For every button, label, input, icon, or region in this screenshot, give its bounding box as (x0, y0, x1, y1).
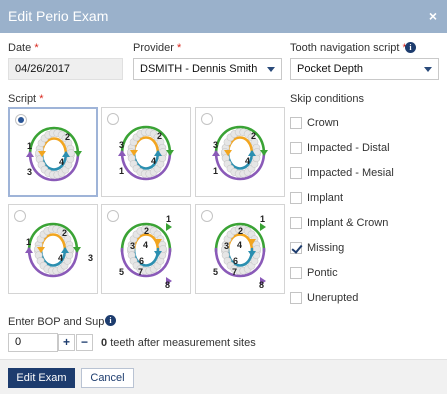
script-step-label: 4 (59, 157, 64, 167)
arrow-head (26, 151, 34, 157)
skip-condition-label: Implant (307, 192, 344, 204)
provider-label: Provider * (133, 42, 182, 54)
arrow-head (25, 247, 33, 253)
arrow-head (166, 150, 174, 156)
script-step-label: 2 (144, 226, 149, 236)
skip-condition-checkbox[interactable] (290, 267, 302, 279)
script-step-label: 3 (119, 140, 124, 150)
skip-condition-label: Impacted - Mesial (307, 167, 394, 179)
cancel-button[interactable]: Cancel (81, 368, 134, 388)
script-option-5[interactable]: 1 234 5 67 8 (101, 204, 191, 294)
bop-count-input[interactable]: 0 (8, 333, 58, 352)
script-step-label: 6 (233, 256, 238, 266)
script-step-label: 4 (143, 240, 148, 250)
skip-condition-checkbox[interactable] (290, 142, 302, 154)
chevron-down-icon (267, 67, 275, 72)
script-step-label: 4 (151, 156, 156, 166)
skip-condition-checkbox[interactable] (290, 192, 302, 204)
script-label: Script * (8, 93, 44, 105)
provider-select[interactable]: DSMITH - Dennis Smith (133, 58, 282, 80)
script-option-3[interactable]: 3 2 1 4 (195, 107, 285, 197)
skip-condition-checkbox[interactable] (290, 217, 302, 229)
script-step-label: 7 (232, 267, 237, 277)
dialog-title: Edit Perio Exam (8, 8, 109, 24)
info-icon[interactable]: i (405, 42, 416, 53)
bop-count: 0 (101, 337, 108, 349)
dialog-footer: Edit Exam Cancel (0, 359, 447, 394)
script-radio[interactable] (107, 210, 119, 222)
script-option-2[interactable]: 3 2 1 4 (101, 107, 191, 197)
script-option-6[interactable]: 1 234 5 67 8 (195, 204, 285, 294)
close-icon[interactable]: × (425, 8, 441, 24)
nav-script-select[interactable]: Pocket Depth (290, 58, 439, 80)
bop-label: Enter BOP and Sup * (8, 316, 112, 328)
nav-script-value: Pocket Depth (297, 63, 364, 75)
script-option-1[interactable]: 1 2 3 4 (8, 107, 98, 197)
increment-button[interactable]: + (58, 334, 75, 351)
script-step-label: 4 (58, 253, 63, 263)
arrow-head (74, 151, 82, 157)
script-radio[interactable] (14, 210, 26, 222)
script-step-label: 3 (224, 241, 229, 251)
script-option-4[interactable]: 1 2 4 3 (8, 204, 98, 294)
script-step-label: 4 (237, 240, 242, 250)
script-step-label: 6 (139, 256, 144, 266)
skip-conditions-label: Skip conditions (290, 93, 364, 105)
arrow-head (212, 150, 220, 156)
bop-description: 0 teeth after measurement sites (101, 337, 256, 349)
script-radio[interactable] (201, 113, 213, 125)
script-step-label: 1 (166, 214, 171, 224)
provider-value: DSMITH - Dennis Smith (140, 63, 258, 75)
script-step-label: 5 (213, 267, 218, 277)
script-step-label: 2 (251, 131, 256, 141)
skip-condition-label: Pontic (307, 267, 338, 279)
script-step-label: 2 (157, 131, 162, 141)
arrow-head (73, 247, 81, 253)
script-step-label: 8 (259, 280, 264, 290)
skip-condition-label: Unerupted (307, 292, 359, 304)
script-radio[interactable] (201, 210, 213, 222)
date-label: Date * (8, 42, 39, 54)
script-step-label: 8 (165, 280, 170, 290)
date-field: 04/26/2017 (8, 58, 123, 80)
skip-condition-label: Missing (307, 242, 345, 254)
arrow-head (260, 150, 268, 156)
script-step-label: 1 (260, 214, 265, 224)
skip-condition-label: Implant & Crown (307, 217, 389, 229)
script-step-label: 3 (130, 241, 135, 251)
skip-condition-label: Crown (307, 117, 339, 129)
script-step-label: 2 (62, 228, 67, 238)
skip-condition-checkbox[interactable] (290, 167, 302, 179)
script-step-label: 3 (27, 167, 32, 177)
script-step-label: 7 (138, 267, 143, 277)
script-step-label: 1 (213, 166, 218, 176)
script-step-label: 1 (27, 141, 32, 151)
info-icon[interactable]: i (105, 315, 116, 326)
edit-exam-button[interactable]: Edit Exam (8, 368, 75, 388)
chevron-down-icon (424, 67, 432, 72)
dialog-header: Edit Perio Exam × (0, 0, 447, 33)
skip-condition-checkbox[interactable] (290, 292, 302, 304)
decrement-button[interactable]: − (76, 334, 93, 351)
arrow-head (260, 223, 266, 231)
script-step-label: 2 (65, 132, 70, 142)
script-radio[interactable] (15, 114, 27, 126)
skip-condition-checkbox[interactable] (290, 117, 302, 129)
script-step-label: 1 (119, 166, 124, 176)
script-step-label: 4 (245, 156, 250, 166)
script-radio[interactable] (107, 113, 119, 125)
script-step-label: 5 (119, 267, 124, 277)
script-step-label: 2 (238, 226, 243, 236)
script-step-label: 3 (213, 140, 218, 150)
arrow-head (118, 150, 126, 156)
skip-condition-label: Impacted - Distal (307, 142, 390, 154)
script-step-label: 3 (88, 253, 93, 263)
nav-script-label: Tooth navigation script * (290, 42, 407, 54)
skip-condition-checkbox[interactable] (290, 242, 302, 254)
script-step-label: 1 (26, 237, 31, 247)
arrow-head (166, 223, 172, 231)
